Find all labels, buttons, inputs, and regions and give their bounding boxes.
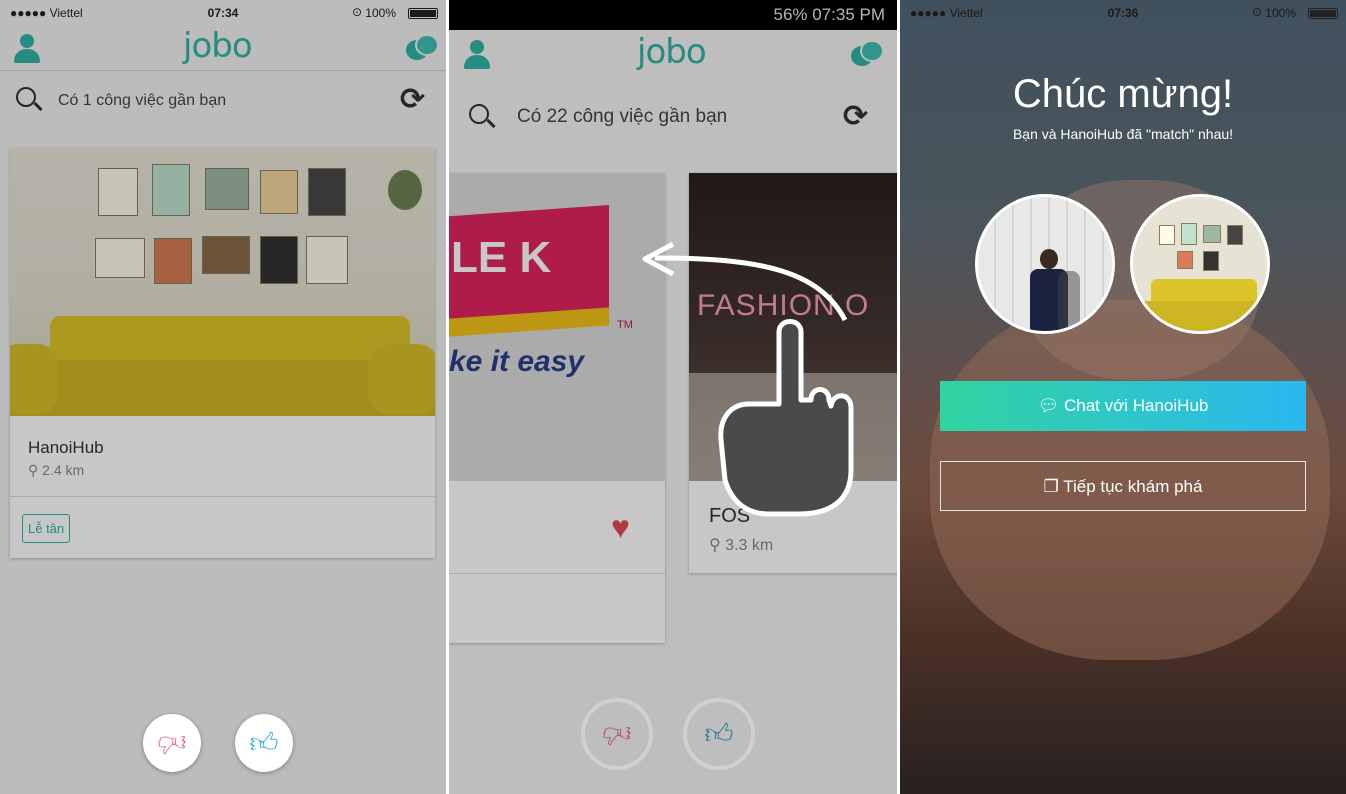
- status-bar: ●●●●● Viettel 07:34 ⊙ 100%: [0, 0, 446, 26]
- battery-percent: 100%: [365, 6, 396, 20]
- company-distance: ⚲ 2.4 km: [28, 462, 84, 479]
- card-divider: [10, 496, 435, 497]
- cards-icon: ❐: [1043, 477, 1059, 496]
- app-header: jobo: [0, 26, 446, 72]
- thumbs-up-icon: 👍︎: [704, 718, 734, 749]
- chat-button-label: Chat với HanoiHub: [1063, 396, 1209, 415]
- explore-button-label: Tiếp tục khám phá: [1063, 477, 1203, 496]
- battery-icon: [1308, 8, 1338, 19]
- job-tag[interactable]: Lễ tân: [22, 514, 71, 543]
- screen-1-job-list: ●●●●● Viettel 07:34 ⊙ 100% jobo Có 1 côn…: [0, 0, 446, 794]
- thumbs-down-icon: 👍︎: [602, 719, 632, 750]
- battery-icon: [408, 8, 438, 19]
- hand-pointer-icon: [718, 319, 854, 517]
- screen-3-match: ●●●●● Viettel 07:36 ⊙ 100% Chúc mừng! Bạ…: [900, 0, 1346, 794]
- screen-2-swipe-tutorial: 56% 07:35 PM jobo Có 22 công việc gần bạ…: [449, 0, 897, 794]
- chat-icon[interactable]: [406, 34, 440, 64]
- location-pin-icon: ⚲: [28, 462, 39, 478]
- company-photo: [10, 148, 435, 416]
- company-avatar[interactable]: [1130, 194, 1270, 334]
- rotation-lock-icon: ⊙: [1251, 5, 1262, 19]
- company-name: HanoiHub: [28, 438, 104, 457]
- thumbs-down-icon: 👍︎: [157, 728, 187, 759]
- like-button[interactable]: 👍︎: [235, 714, 293, 772]
- status-bar: ●●●●● Viettel 07:36 ⊙ 100%: [900, 0, 1346, 26]
- continue-explore-button[interactable]: ❐ Tiếp tục khám phá: [940, 461, 1306, 511]
- swipe-gesture-overlay: [642, 241, 854, 517]
- rotation-lock-icon: ⊙: [351, 5, 362, 19]
- like-button[interactable]: 👍︎: [683, 698, 755, 770]
- congrats-title: Chúc mừng!: [1012, 72, 1234, 116]
- search-icon[interactable]: [16, 87, 43, 113]
- job-card[interactable]: HanoiHub ⚲ 2.4 km Lễ tân: [10, 148, 435, 558]
- match-subtitle: Bạn và HanoiHub đã "match" nhau!: [1012, 126, 1234, 142]
- jobo-logo: jobo: [183, 26, 253, 66]
- profile-icon[interactable]: [12, 34, 42, 64]
- swipe-arrow: [654, 255, 848, 322]
- job-count-text: Có 1 công việc gần bạn: [58, 92, 227, 109]
- dislike-button[interactable]: 👍︎: [143, 714, 201, 772]
- chat-bubble-icon: 💬︎: [1037, 396, 1060, 415]
- user-avatar[interactable]: [975, 194, 1115, 334]
- refresh-icon[interactable]: ⟳: [400, 85, 425, 115]
- chat-button[interactable]: 💬︎ Chat với HanoiHub: [940, 381, 1306, 431]
- distance-value: 2.4 km: [42, 462, 85, 478]
- header-divider: [0, 70, 446, 71]
- battery-percent: 100%: [1265, 6, 1296, 20]
- search-row[interactable]: Có 1 công việc gần bạn ⟳: [0, 76, 446, 126]
- dislike-button[interactable]: 👍︎: [581, 698, 653, 770]
- thumbs-up-icon: 👍︎: [249, 727, 279, 758]
